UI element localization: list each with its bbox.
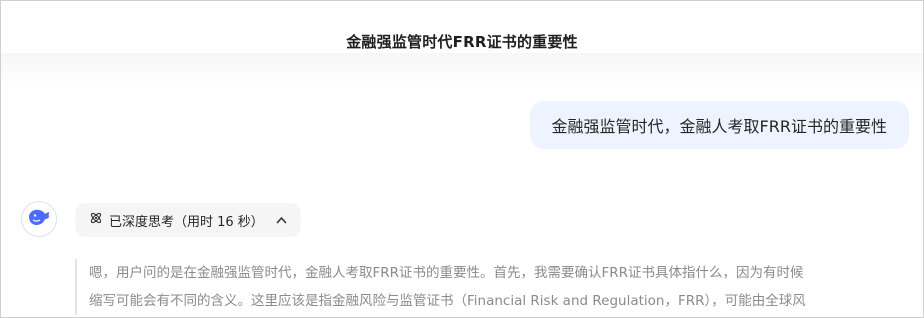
header-fade <box>1 53 923 91</box>
chevron-up-icon <box>276 216 287 224</box>
thinking-line: 嗯，用户问的是在金融强监管时代，金融人考取FRR证书的重要性。首先，我需要确认F… <box>89 265 804 281</box>
atom-icon <box>89 211 103 229</box>
thinking-content: 嗯，用户问的是在金融强监管时代，金融人考取FRR证书的重要性。首先，我需要确认F… <box>75 259 923 315</box>
chat-title: 金融强监管时代FRR证书的重要性 <box>346 33 578 51</box>
deep-think-toggle[interactable]: 已深度思考（用时 16 秒） <box>75 203 301 237</box>
deep-think-label: 已深度思考（用时 16 秒） <box>109 214 264 230</box>
user-message-bubble: 金融强监管时代，金融人考取FRR证书的重要性 <box>529 101 909 149</box>
assistant-avatar <box>21 201 57 237</box>
thinking-line: 缩写可能会有不同的含义。这里应该是指金融风险与监管证书（Financial Ri… <box>89 293 806 309</box>
user-message-text: 金融强监管时代，金融人考取FRR证书的重要性 <box>551 117 887 136</box>
whale-logo-icon <box>27 207 51 231</box>
chat-window: 金融强监管时代FRR证书的重要性 金融强监管时代，金融人考取FRR证书的重要性 … <box>0 0 924 318</box>
